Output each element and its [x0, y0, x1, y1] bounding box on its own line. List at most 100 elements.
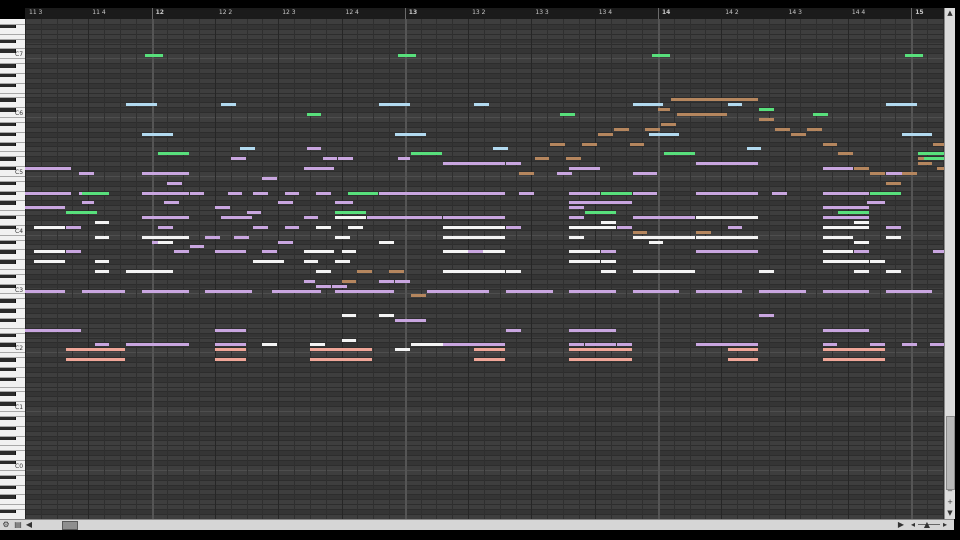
midi-note[interactable]	[335, 211, 366, 215]
midi-note[interactable]	[66, 358, 126, 362]
midi-note[interactable]	[559, 113, 575, 117]
midi-note[interactable]	[885, 103, 917, 107]
midi-note[interactable]	[94, 220, 110, 224]
midi-note[interactable]	[933, 250, 944, 254]
midi-note[interactable]	[822, 348, 885, 352]
midi-note[interactable]	[601, 250, 616, 254]
midi-note[interactable]	[303, 216, 319, 219]
midi-note[interactable]	[66, 250, 81, 254]
midi-note[interactable]	[695, 162, 759, 166]
midi-note[interactable]	[901, 132, 933, 136]
midi-note[interactable]	[25, 191, 72, 195]
midi-note[interactable]	[142, 171, 189, 175]
white-key[interactable]	[0, 97, 25, 99]
midi-note[interactable]	[790, 132, 806, 136]
horizontal-scroll-thumb[interactable]	[62, 521, 78, 530]
midi-note[interactable]	[670, 98, 759, 102]
midi-note[interactable]	[468, 250, 483, 254]
midi-note[interactable]	[341, 338, 357, 342]
midi-note[interactable]	[838, 211, 870, 215]
midi-note[interactable]	[885, 225, 901, 229]
midi-note[interactable]	[25, 206, 66, 210]
midi-note[interactable]	[142, 191, 189, 195]
midi-note[interactable]	[252, 260, 284, 264]
midi-note[interactable]	[518, 171, 534, 175]
midi-note[interactable]	[806, 127, 822, 131]
midi-note[interactable]	[214, 206, 230, 210]
midi-note[interactable]	[338, 157, 354, 161]
midi-note[interactable]	[727, 225, 743, 229]
midi-note[interactable]	[341, 279, 357, 283]
midi-note[interactable]	[392, 191, 506, 195]
midi-note[interactable]	[335, 289, 395, 293]
midi-note[interactable]	[442, 269, 506, 273]
midi-note[interactable]	[506, 289, 553, 293]
white-key[interactable]	[0, 249, 25, 251]
midi-note[interactable]	[240, 147, 256, 151]
midi-note[interactable]	[316, 284, 331, 288]
black-key[interactable]	[0, 435, 16, 440]
midi-note[interactable]	[771, 191, 787, 195]
zoom-slider-handle-icon[interactable]: ▲	[922, 520, 932, 530]
white-key[interactable]	[0, 224, 25, 226]
zoom-in-icon[interactable]: +	[945, 497, 955, 507]
midi-note[interactable]	[366, 216, 442, 219]
midi-note[interactable]	[597, 132, 613, 136]
midi-note[interactable]	[316, 269, 331, 273]
midi-note[interactable]	[233, 235, 249, 239]
black-key[interactable]	[0, 156, 16, 161]
black-key[interactable]	[0, 181, 16, 186]
midi-note[interactable]	[34, 250, 66, 254]
midi-note[interactable]	[822, 216, 870, 219]
midi-note[interactable]	[167, 181, 183, 185]
black-key[interactable]	[0, 225, 16, 230]
midi-note[interactable]	[695, 216, 759, 219]
midi-note[interactable]	[569, 235, 585, 239]
midi-note[interactable]	[822, 206, 870, 210]
midi-note[interactable]	[813, 113, 828, 117]
midi-note[interactable]	[695, 230, 711, 234]
midi-note[interactable]	[901, 171, 917, 175]
midi-note[interactable]	[658, 108, 670, 112]
midi-note[interactable]	[870, 191, 901, 195]
white-key[interactable]	[0, 411, 25, 412]
midi-note[interactable]	[569, 201, 632, 205]
midi-note[interactable]	[695, 191, 759, 195]
white-key[interactable]	[0, 474, 25, 476]
midi-note[interactable]	[854, 220, 870, 224]
black-key[interactable]	[0, 377, 16, 382]
black-key[interactable]	[0, 48, 16, 53]
black-key[interactable]	[0, 274, 16, 279]
midi-note[interactable]	[306, 147, 322, 151]
black-key[interactable]	[0, 342, 16, 347]
midi-note[interactable]	[569, 358, 632, 362]
midi-note[interactable]	[126, 269, 173, 273]
white-key[interactable]	[0, 156, 25, 158]
midi-note[interactable]	[189, 191, 205, 195]
midi-note[interactable]	[585, 343, 616, 347]
midi-note[interactable]	[426, 289, 490, 293]
black-key[interactable]	[0, 73, 16, 78]
white-key[interactable]	[0, 469, 25, 471]
midi-note[interactable]	[284, 225, 300, 229]
midi-note[interactable]	[262, 176, 278, 180]
midi-note[interactable]	[822, 235, 854, 239]
midi-note[interactable]	[34, 225, 66, 229]
white-key[interactable]	[0, 38, 25, 40]
midi-note[interactable]	[262, 250, 278, 254]
midi-note[interactable]	[205, 289, 252, 293]
white-key[interactable]	[0, 273, 25, 275]
midi-note[interactable]	[822, 289, 870, 293]
white-key[interactable]	[0, 386, 25, 388]
midi-note[interactable]	[569, 216, 585, 219]
midi-note[interactable]	[214, 343, 246, 347]
white-key[interactable]	[0, 175, 25, 177]
midi-note[interactable]	[870, 171, 885, 175]
midi-note[interactable]	[126, 343, 189, 347]
midi-note[interactable]	[854, 269, 870, 273]
midi-note[interactable]	[885, 289, 933, 293]
midi-note[interactable]	[632, 235, 695, 239]
midi-note[interactable]	[66, 211, 97, 215]
white-key[interactable]	[0, 234, 25, 236]
midi-note[interactable]	[398, 54, 417, 58]
